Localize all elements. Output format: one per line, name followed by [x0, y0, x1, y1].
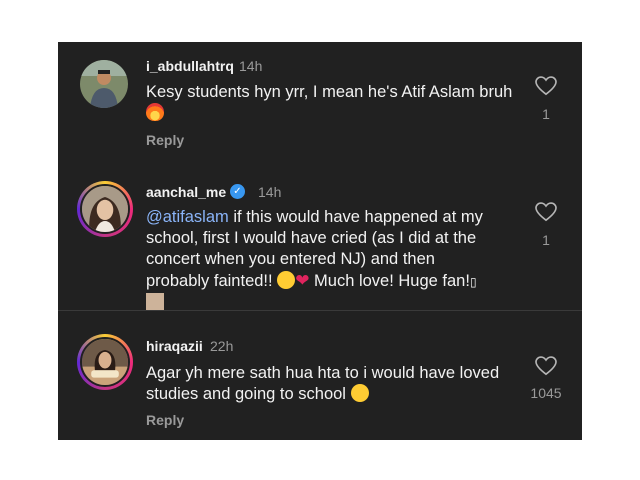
heart-icon[interactable]	[535, 76, 557, 96]
zany-face-emoji-icon	[277, 271, 296, 289]
comment-text: @atifaslam if this would have happened a…	[146, 207, 521, 314]
timestamp: 14h	[258, 184, 282, 200]
avatar[interactable]	[80, 60, 128, 108]
username[interactable]: i_abdullahtrq	[146, 58, 234, 74]
divider	[58, 310, 582, 311]
comment-text: Agar yh mere sath hua hta to i would hav…	[146, 363, 526, 405]
verified-badge-icon: ✓	[230, 184, 245, 199]
like-count: 1045	[530, 385, 562, 401]
heart-icon[interactable]	[535, 356, 557, 376]
comment-text-body: Kesy students hyn yrr, I mean he's Atif …	[146, 83, 513, 101]
avatar-woman-icon	[80, 184, 130, 234]
avatar[interactable]	[77, 181, 133, 237]
reply-button[interactable]: Reply	[146, 412, 184, 428]
missing-glyph-icon: ▯	[469, 275, 477, 289]
reply-button[interactable]: Reply	[146, 132, 184, 148]
username[interactable]: aanchal_me	[146, 184, 226, 200]
fire-emoji-icon	[146, 103, 164, 121]
mention-link[interactable]: @atifaslam	[146, 208, 229, 226]
comment-text-line: if this would have happened at my	[228, 208, 483, 226]
avatar-woman-2-icon	[80, 337, 130, 387]
red-heart-emoji-icon: ❤	[295, 271, 310, 290]
username[interactable]: hiraqazii	[146, 338, 203, 354]
comment-text-line: Much love! Huge fan!	[309, 272, 470, 290]
avatar-man-icon	[80, 60, 128, 108]
comment-text: Kesy students hyn yrr, I mean he's Atif …	[146, 82, 516, 124]
comment-text-line: concert when you entered NJ) and then	[146, 250, 435, 268]
comment-text-line: studies and going to school	[146, 385, 346, 403]
timestamp: 22h	[210, 338, 234, 354]
like-count: 1	[542, 106, 550, 122]
avatar[interactable]	[77, 334, 133, 390]
crying-face-emoji-icon	[350, 384, 369, 402]
like-count: 1	[542, 232, 550, 248]
skin-tone-block-icon	[146, 293, 164, 311]
comments-panel: i_abdullahtrq 14h Kesy students hyn yrr,…	[58, 42, 582, 440]
heart-icon[interactable]	[535, 202, 557, 222]
comment-text-line: probably fainted!!	[146, 272, 273, 290]
timestamp: 14h	[239, 58, 263, 74]
comment-text-line: school, first I would have cried (as I d…	[146, 229, 477, 247]
comment-text-line: Agar yh mere sath hua hta to i would hav…	[146, 364, 500, 382]
